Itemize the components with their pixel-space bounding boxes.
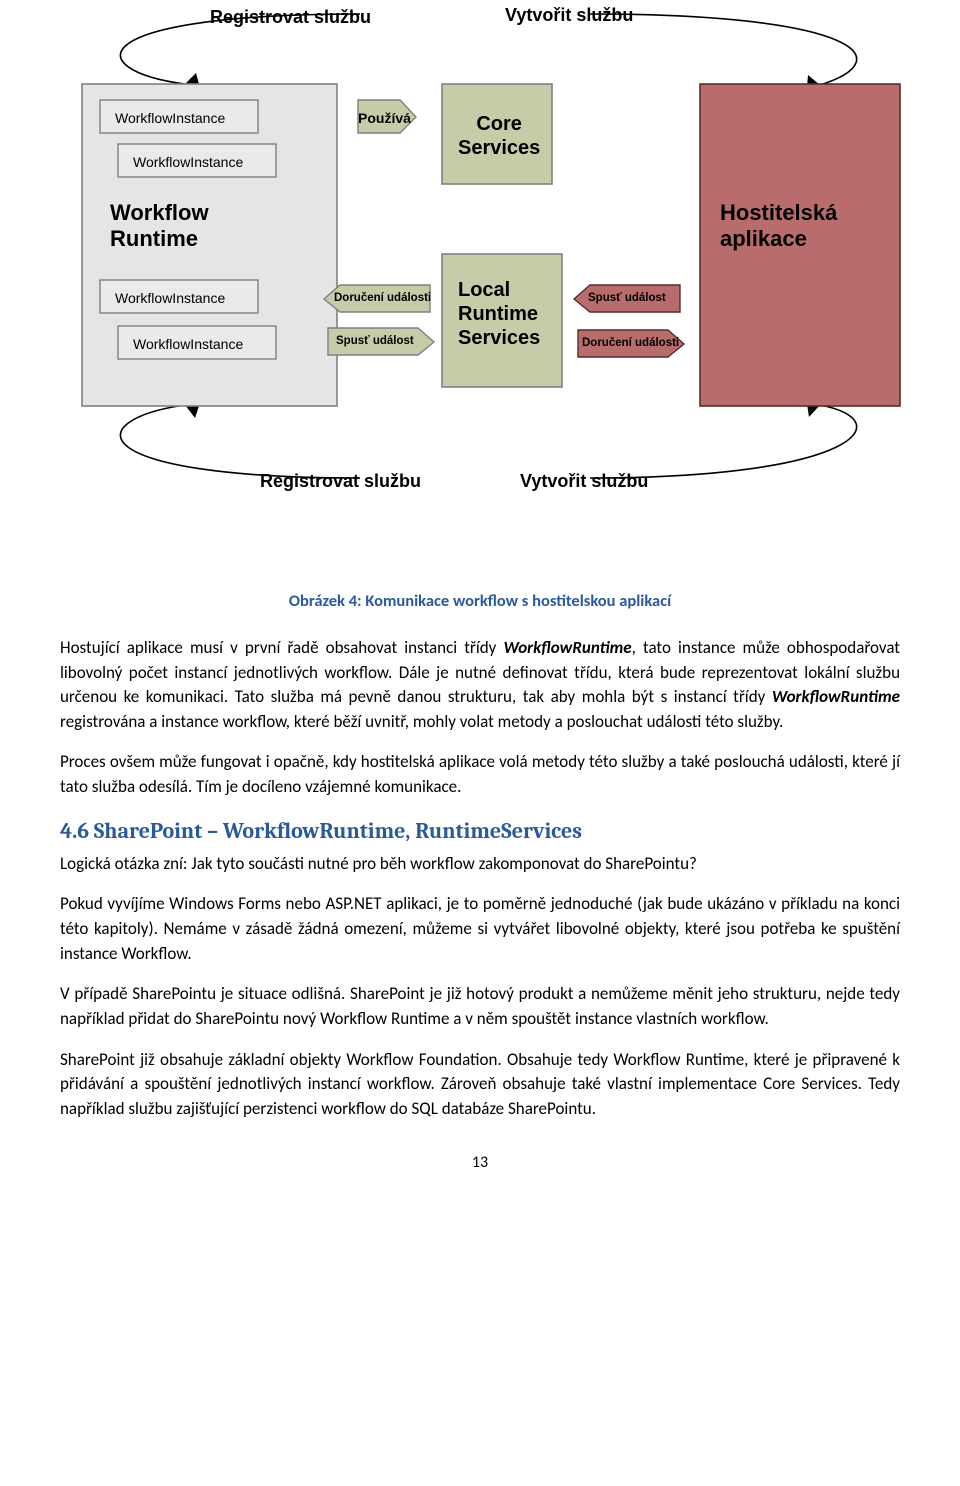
local-runtime-services-box: Local Runtime Services [458, 278, 540, 350]
bottom-register-label: Registrovat službu [260, 468, 421, 494]
paragraph-5: V případě SharePointu je situace odlišná… [60, 982, 900, 1031]
delivery-event-right: Doručení události [582, 335, 679, 352]
top-create-label: Vytvořit službu [505, 2, 633, 28]
workflowinstance-1: WorkflowInstance [115, 108, 225, 128]
p1-em-d: WorkflowRuntime [772, 686, 900, 707]
paragraph-3: Logická otázka zní: Jak tyto součásti nu… [60, 852, 900, 877]
fire-event-right: Spusť událost [588, 290, 666, 307]
paragraph-2: Proces ovšem může fungovat i opačně, kdy… [60, 750, 900, 799]
host-app-box: Hostitelská aplikace [720, 200, 837, 253]
p1-text-a: Hostující aplikace musí v první řadě obs… [60, 637, 503, 658]
page-number: 13 [60, 1151, 900, 1174]
paragraph-6: SharePoint již obsahuje základní objekty… [60, 1048, 900, 1122]
workflowinstance-2: WorkflowInstance [133, 152, 243, 172]
workflowinstance-3: WorkflowInstance [115, 288, 225, 308]
delivery-event-left: Doručení události [334, 290, 431, 307]
top-register-label: Registrovat službu [210, 4, 371, 30]
fire-event-left: Spusť událost [336, 333, 414, 350]
workflow-diagram: Registrovat službu Vytvořit službu Workf… [60, 0, 900, 560]
p1-text-e: registrována a instance workflow, které … [60, 711, 783, 732]
core-services-box: Core Services [458, 112, 540, 160]
section-heading: 4.6 SharePoint – WorkflowRuntime, Runtim… [60, 816, 900, 848]
workflowinstance-4: WorkflowInstance [133, 334, 243, 354]
bottom-create-label: Vytvořit službu [520, 468, 648, 494]
paragraph-1: Hostující aplikace musí v první řadě obs… [60, 636, 900, 735]
figure-caption: Obrázek 4: Komunikace workflow s hostite… [60, 590, 900, 614]
p1-em-b: WorkflowRuntime [503, 637, 631, 658]
workflow-runtime-title: Workflow Runtime [110, 200, 209, 253]
uses-arrow-label: Používá [358, 108, 411, 128]
paragraph-4: Pokud vyvíjíme Windows Forms nebo ASP.NE… [60, 892, 900, 966]
